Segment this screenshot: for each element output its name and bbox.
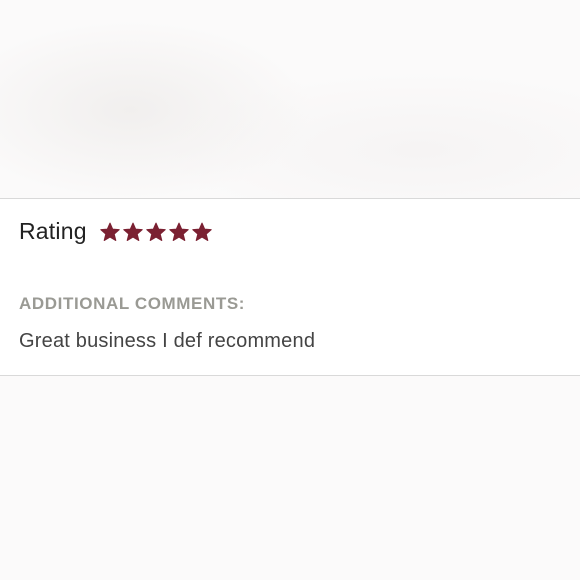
blurred-background-bottom [0,377,580,580]
blurred-background-top [0,0,580,198]
rating-row: Rating [19,218,215,245]
additional-comments-label: ADDITIONAL COMMENTS: [19,294,246,313]
star-icon [168,222,189,242]
review-card: Rating ADDITIONAL COMMENTS: Great busine… [0,198,580,376]
rating-label: Rating [19,218,87,244]
additional-comments-text: Great business I def recommend [19,330,316,352]
star-icon [191,222,212,242]
star-icon [122,222,143,242]
star-icon [99,222,120,242]
star-icon [145,222,166,242]
star-rating [99,222,215,242]
